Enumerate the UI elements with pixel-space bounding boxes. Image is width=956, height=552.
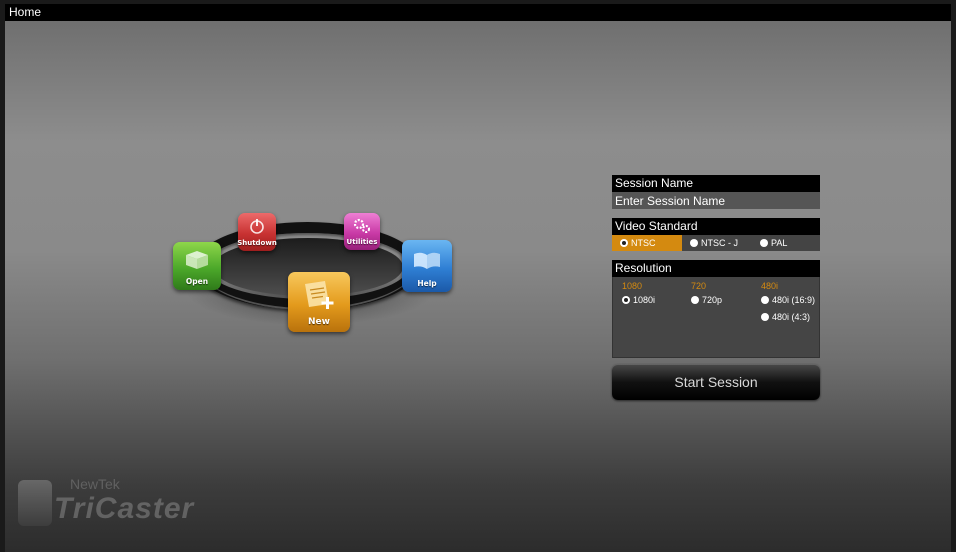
open-label: Open [185, 277, 209, 286]
window-title: Home [5, 4, 951, 21]
radio-icon [691, 296, 699, 304]
shutdown-button[interactable]: Shutdown [237, 213, 277, 251]
radio-selected-icon [620, 239, 628, 247]
logo-company: NewTek [70, 476, 120, 492]
option-label: 480i (4:3) [772, 312, 811, 322]
radio-icon [760, 239, 768, 247]
home-screen: Home Shutdown Utilities Open Help New Ne… [5, 4, 951, 552]
resolution-panel: Resolution 1080 1080i 720 720p 480i 480i… [612, 260, 820, 358]
session-name-header: Session Name [612, 175, 820, 192]
resolution-group-480i: 480i 480i (16:9) 480i (4:3) [761, 281, 815, 329]
session-name-panel: Session Name [612, 175, 820, 209]
option-label: NTSC [631, 238, 656, 248]
help-label: Help [417, 279, 437, 288]
resolution-720p[interactable]: 720p [691, 295, 722, 305]
resolution-group-1080: 1080 1080i [622, 281, 655, 312]
help-button[interactable]: Help [402, 240, 452, 292]
resolution-header: Resolution [612, 260, 820, 277]
video-standard-options: NTSC NTSC - J PAL [612, 235, 820, 251]
shutdown-label: Shutdown [237, 239, 277, 247]
resolution-options: 1080 1080i 720 720p 480i 480i (16:9) 480… [612, 277, 820, 358]
tricaster-logo: NewTek TriCaster [18, 474, 218, 534]
video-standard-panel: Video Standard NTSC NTSC - J PAL [612, 218, 820, 251]
video-standard-header: Video Standard [612, 218, 820, 235]
resolution-group-720: 720 720p [691, 281, 722, 312]
gears-icon [344, 213, 380, 238]
radio-icon [761, 296, 769, 304]
video-standard-ntsc-j[interactable]: NTSC - J [682, 235, 752, 251]
group-label: 720 [691, 281, 707, 291]
utilities-label: Utilities [346, 238, 378, 246]
open-button[interactable]: Open [173, 242, 221, 290]
session-name-input[interactable] [612, 192, 820, 209]
resolution-480i-16-9[interactable]: 480i (16:9) [761, 295, 815, 305]
start-session-button[interactable]: Start Session [612, 364, 820, 400]
new-label: New [308, 317, 330, 327]
radio-icon [690, 239, 698, 247]
book-icon [402, 240, 452, 279]
box-icon [173, 242, 221, 277]
newtek-n-icon [18, 480, 52, 526]
power-icon [238, 213, 276, 239]
option-label: PAL [771, 238, 788, 248]
new-document-icon [288, 272, 350, 317]
new-button[interactable]: New [288, 272, 350, 332]
logo-product: TriCaster [54, 492, 195, 525]
radio-selected-icon [622, 296, 630, 304]
video-standard-pal[interactable]: PAL [752, 235, 820, 251]
utilities-button[interactable]: Utilities [344, 213, 380, 250]
option-label: 480i (16:9) [772, 295, 816, 305]
option-label: NTSC - J [701, 238, 738, 248]
video-standard-ntsc[interactable]: NTSC [612, 235, 682, 251]
option-label: 720p [702, 295, 723, 305]
radio-icon [761, 313, 769, 321]
group-label: 480i [761, 281, 779, 291]
resolution-480i-4-3[interactable]: 480i (4:3) [761, 312, 815, 322]
option-label: 1080i [633, 295, 656, 305]
resolution-1080i[interactable]: 1080i [622, 295, 655, 305]
group-label: 1080 [622, 281, 643, 291]
